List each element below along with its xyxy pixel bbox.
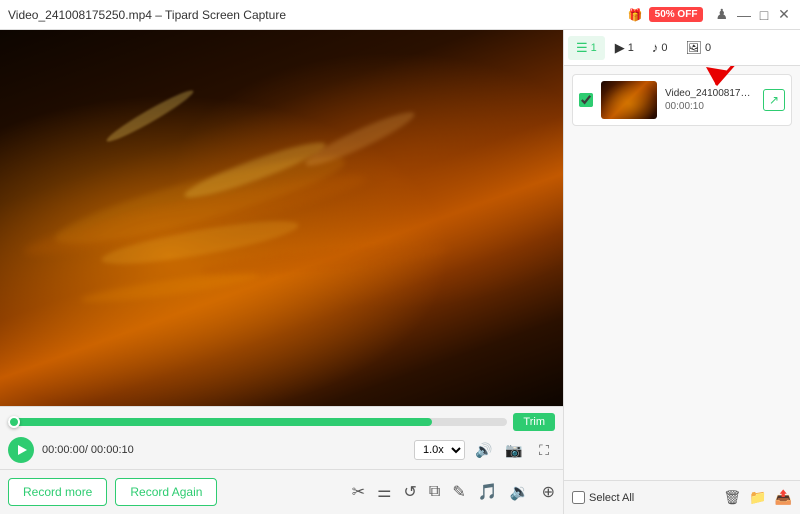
- right-bottom-toolbar: Select All 🗑 📁 📤: [564, 480, 800, 514]
- thumb-glow: [601, 81, 657, 119]
- file-duration: 00:00:10: [665, 101, 755, 112]
- video-player: [0, 30, 563, 406]
- right-panel: ☰ 1 ▶ 1 ♪ 0 🖼 0: [563, 30, 800, 514]
- titlebar-title-area: Video_241008175250.mp4 – Tipard Screen C…: [8, 8, 286, 22]
- main-container: Trim 00:00:00/ 00:00:10 1.0x 0.5x 1.5x 2…: [0, 30, 800, 514]
- right-tools: 🗑 📁 📤: [723, 489, 792, 506]
- more-icon[interactable]: ⊕: [542, 482, 555, 502]
- list-count: 1: [591, 42, 597, 54]
- tab-audio[interactable]: ♪ 0: [644, 36, 676, 59]
- progress-thumb[interactable]: [8, 416, 20, 428]
- file-list-item: Video_241008175250.mp4 00:00:10 ↗: [572, 74, 792, 126]
- minimize-button[interactable]: —: [736, 7, 752, 23]
- tab-bar: ☰ 1 ▶ 1 ♪ 0 🖼 0: [564, 30, 800, 66]
- bottom-tools: ✂ ⚌ ↺ ⧉ ✎ 🎵 🔉 ⊕: [225, 482, 555, 502]
- image-icon: 🖼: [686, 40, 703, 56]
- folder-icon[interactable]: 📁: [749, 489, 766, 506]
- progress-track[interactable]: [8, 418, 507, 426]
- promo-badge[interactable]: 50% OFF: [649, 7, 704, 22]
- image-count: 0: [705, 42, 711, 54]
- audio-count: 0: [661, 42, 667, 54]
- tab-image[interactable]: 🖼 0: [678, 36, 720, 60]
- time-display: 00:00:00/ 00:00:10: [42, 444, 134, 456]
- camera-icon[interactable]: 📷: [503, 439, 525, 461]
- trim-button[interactable]: Trim: [513, 413, 555, 431]
- file-export-button[interactable]: ↗: [763, 89, 785, 111]
- tab-video[interactable]: ▶ 1: [607, 36, 642, 60]
- volume-icon[interactable]: 🔊: [473, 439, 495, 461]
- audio-edit-icon[interactable]: 🎵: [478, 482, 498, 502]
- file-info: Video_241008175250.mp4 00:00:10: [665, 88, 755, 112]
- play-button[interactable]: [8, 437, 34, 463]
- fullscreen-icon[interactable]: ⛶: [533, 439, 555, 461]
- controls-bar: Trim 00:00:00/ 00:00:10 1.0x 0.5x 1.5x 2…: [0, 406, 563, 469]
- select-all-checkbox[interactable]: [572, 491, 585, 504]
- file-list: Video_241008175250.mp4 00:00:10 ↗: [564, 66, 800, 480]
- select-all-label: Select All: [589, 492, 634, 504]
- progress-row: Trim: [8, 413, 555, 431]
- scissors-icon[interactable]: ✂: [352, 482, 365, 502]
- audio-adjust-icon[interactable]: 🔉: [510, 482, 530, 502]
- playback-row: 00:00:00/ 00:00:10 1.0x 0.5x 1.5x 2.0x 🔊…: [8, 437, 555, 463]
- rotate-icon[interactable]: ↺: [404, 482, 417, 502]
- titlebar: Video_241008175250.mp4 – Tipard Screen C…: [0, 0, 800, 30]
- play-icon: [18, 445, 27, 455]
- speed-select[interactable]: 1.0x 0.5x 1.5x 2.0x: [414, 440, 465, 460]
- export-all-icon[interactable]: 📤: [775, 489, 792, 506]
- delete-icon[interactable]: 🗑: [723, 489, 741, 506]
- record-again-button[interactable]: Record Again: [115, 478, 217, 506]
- progress-fill: [8, 418, 432, 426]
- copy-icon[interactable]: ⧉: [429, 483, 440, 501]
- record-more-button[interactable]: Record more: [8, 478, 107, 506]
- titlebar-controls: 🎁 50% OFF ♟ — □ ✕: [628, 6, 792, 23]
- equalizer-icon[interactable]: ⚌: [377, 482, 391, 502]
- video-count: 1: [628, 42, 634, 54]
- play-tab-icon: ▶: [615, 40, 625, 56]
- action-bar: Record more Record Again ✂ ⚌ ↺ ⧉ ✎ 🎵 🔉 ⊕: [0, 469, 563, 514]
- user-icon[interactable]: ♟: [715, 6, 728, 23]
- file-name: Video_241008175250.mp4: [665, 88, 755, 99]
- file-checkbox[interactable]: [579, 93, 593, 107]
- export-icon: ↗: [769, 93, 779, 107]
- gift-icon: 🎁: [628, 8, 643, 22]
- close-button[interactable]: ✕: [776, 7, 792, 23]
- edit-icon[interactable]: ✎: [452, 482, 465, 502]
- select-all-area: Select All: [572, 491, 634, 504]
- left-panel: Trim 00:00:00/ 00:00:10 1.0x 0.5x 1.5x 2…: [0, 30, 563, 514]
- list-icon: ☰: [576, 40, 588, 56]
- file-thumbnail: [601, 81, 657, 119]
- tab-video-list[interactable]: ☰ 1: [568, 36, 605, 60]
- maximize-button[interactable]: □: [756, 7, 772, 23]
- music-icon: ♪: [652, 40, 659, 55]
- app-title: Video_241008175250.mp4 – Tipard Screen C…: [8, 8, 286, 22]
